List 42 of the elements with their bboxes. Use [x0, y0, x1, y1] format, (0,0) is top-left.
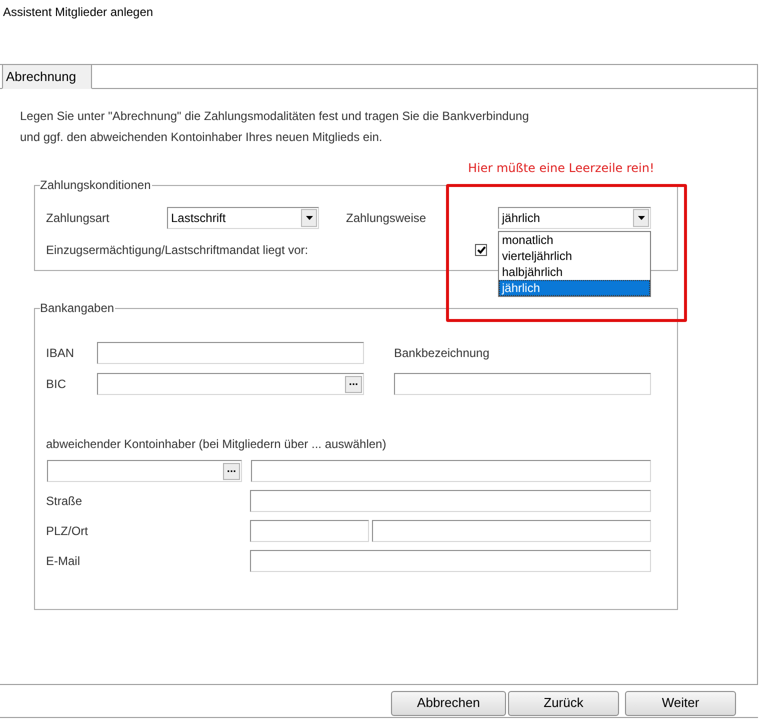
dialog-button[interactable]: Zurück: [508, 690, 619, 716]
caret-icon: [638, 216, 644, 220]
field-label: BIC: [46, 376, 68, 393]
text-field[interactable]: [97, 342, 364, 364]
caret-icon: [306, 216, 312, 220]
checkbox[interactable]: [475, 244, 487, 256]
field-label: Einzugsermächtigung/Lastschriftmandat liegt vor:: [46, 242, 310, 259]
text-field[interactable]: [372, 520, 651, 542]
text-field[interactable]: [250, 490, 651, 512]
instruction-text: Legen Sie unter "Abrechnung" die Zahlungsmodalitäten fest und tragen Sie die Bankverbindung: [20, 108, 530, 125]
text-field[interactable]: [251, 460, 651, 482]
dropdown-option[interactable]: halbjährlich: [499, 264, 650, 280]
tab[interactable]: Abrechnung: [2, 65, 92, 89]
field-label: E-Mail: [46, 553, 82, 570]
dropdown-option[interactable]: jährlich: [499, 280, 650, 296]
dialog-button[interactable]: Weiter: [625, 690, 736, 716]
dropdown-field[interactable]: jährlich: [498, 207, 651, 229]
field-label: Zahlungsart: [46, 210, 110, 227]
instruction-text: und ggf. den abweichenden Kontoinhaber Ihres neuen Mitglieds ein.: [20, 129, 384, 146]
field-label: Zahlungsweise: [346, 210, 428, 227]
browse-button[interactable]: ...: [223, 462, 240, 480]
text-field[interactable]: [250, 550, 651, 572]
dialog-button[interactable]: Abbrechen: [391, 690, 506, 716]
dropdown-field[interactable]: Lastschrift: [167, 207, 319, 229]
dropdown-option[interactable]: vierteljährlich: [499, 248, 650, 264]
dropdown-button[interactable]: [633, 209, 649, 227]
dropdown-option[interactable]: monatlich: [499, 232, 650, 248]
field-label: Bankbezeichnung: [394, 345, 490, 362]
browse-button[interactable]: ...: [345, 376, 362, 392]
field-label: IBAN: [46, 345, 76, 362]
field-label: PLZ/Ort: [46, 523, 90, 540]
field-label: abweichender Kontoinhaber (bei Mitgliedern über ... auswählen): [46, 437, 388, 451]
window-title: Assistent Mitglieder anlegen: [3, 5, 154, 19]
lookup-field[interactable]: ...: [47, 460, 242, 482]
text-field[interactable]: [394, 373, 651, 395]
lookup-field[interactable]: ...: [97, 373, 364, 395]
text-field[interactable]: [250, 520, 369, 542]
field-label: Straße: [46, 493, 84, 510]
group-legend: Bankangaben: [40, 301, 116, 315]
dropdown-button[interactable]: [301, 209, 317, 227]
group-legend: Zahlungskonditionen: [40, 178, 152, 192]
annotation-text: Hier müßte eine Leerzeile rein!: [468, 160, 654, 176]
